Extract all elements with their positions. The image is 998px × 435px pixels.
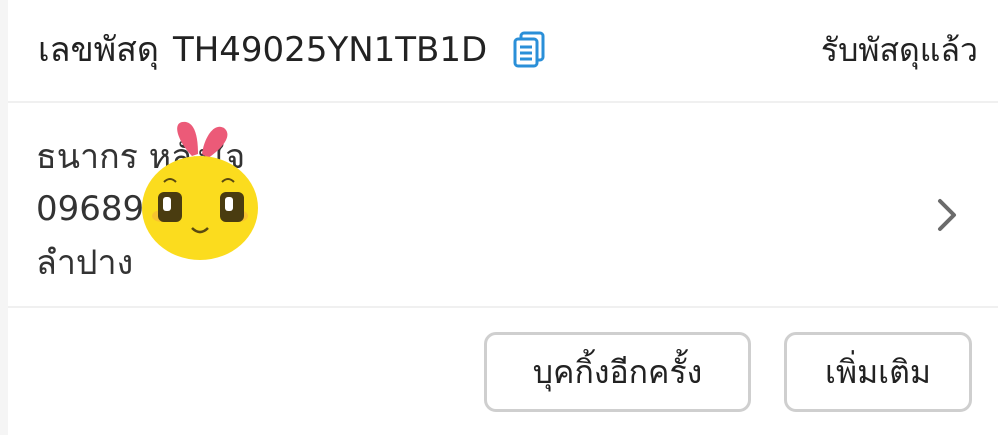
parcel-status: รับพัสดุแล้ว bbox=[820, 31, 978, 69]
rebook-button[interactable]: บุคกิ้งอีกครั้ง bbox=[484, 332, 751, 412]
receiver-row[interactable]: ธนากร หลังใจ 0968995 ลำปาง bbox=[8, 105, 998, 308]
receiver-province: ลำปาง bbox=[36, 243, 134, 283]
action-bar: บุคกิ้งอีกครั้ง เพิ่มเติม bbox=[8, 310, 998, 435]
parcel-header: เลขพัสดุ TH49025YN1TB1D รับพัสดุแล้ว bbox=[8, 0, 998, 103]
tracking-row: เลขพัสดุ TH49025YN1TB1D bbox=[38, 28, 549, 72]
receiver-name: ธนากร หลังใจ bbox=[36, 137, 246, 177]
tracking-number: TH49025YN1TB1D bbox=[172, 30, 488, 70]
more-button[interactable]: เพิ่มเติม bbox=[784, 332, 972, 412]
copy-icon[interactable] bbox=[509, 30, 549, 70]
tracking-label: เลขพัสดุ bbox=[38, 30, 159, 70]
receiver-phone: 0968995 bbox=[36, 189, 188, 229]
parcel-card: เลขพัสดุ TH49025YN1TB1D รับพัสดุแล้ว ธนา… bbox=[8, 0, 998, 435]
chevron-right-icon bbox=[938, 199, 956, 231]
